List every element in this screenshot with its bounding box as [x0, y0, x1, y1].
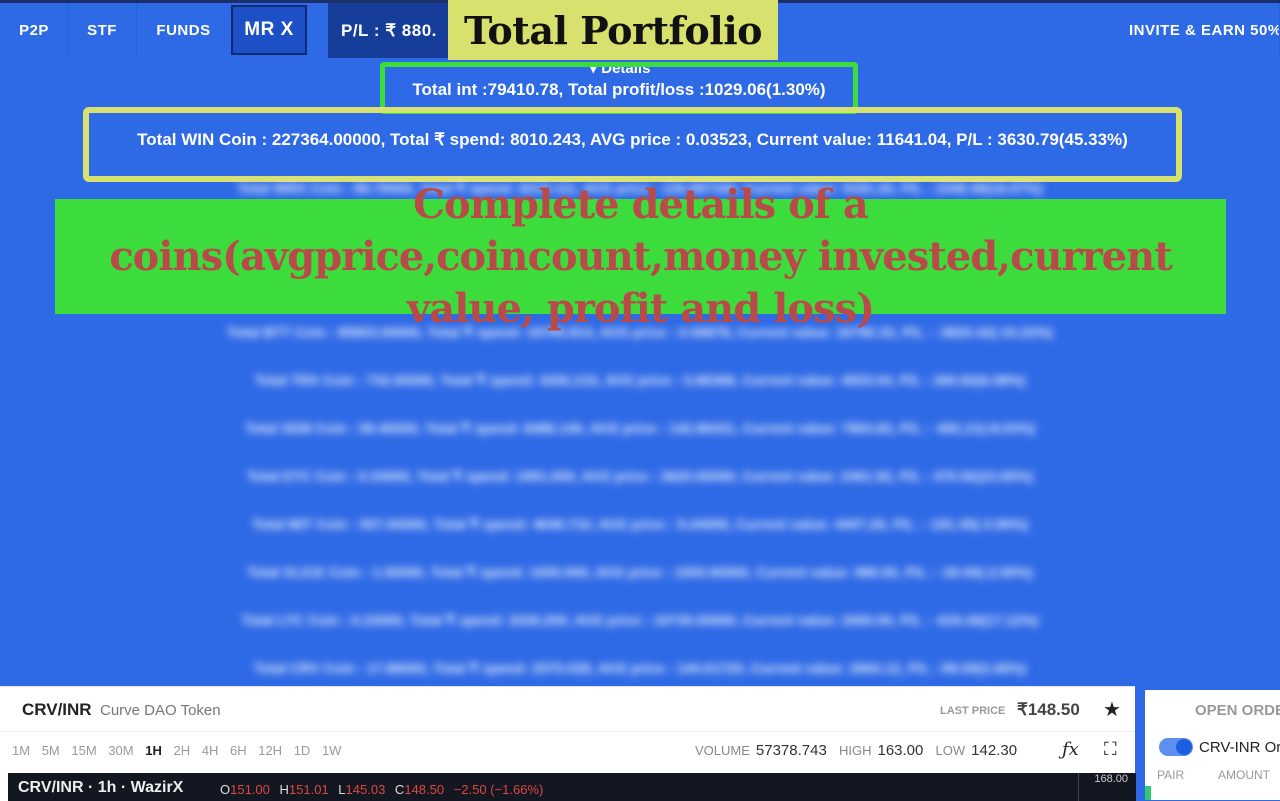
favorite-star-icon[interactable]: ★ — [1103, 697, 1121, 722]
column-header-amount: AMOUNT — [1218, 768, 1270, 782]
nav-stf[interactable]: STF — [68, 3, 137, 58]
timeframe-15m[interactable]: 15M — [71, 743, 96, 758]
coin-summary-row: Total XLICE Coin : 1.00000, Total ₹ spen… — [247, 564, 1033, 580]
last-price: ₹148.50 — [1017, 700, 1080, 719]
pair-name[interactable]: CRV/INR — [22, 700, 92, 720]
total-int-summary: Total int :79410.78, Total profit/loss :… — [412, 80, 826, 99]
market-stats: VOLUME 57378.743 HIGH 163.00 LOW 142.30 — [695, 742, 1025, 759]
open-orders-title[interactable]: OPEN ORDERS — [1195, 702, 1280, 719]
nav-invite-earn[interactable]: INVITE & EARN 50% — [1129, 3, 1280, 58]
coin-summary-row: Total ETC Coin : 0.33000, Total ₹ spend:… — [246, 468, 1034, 484]
high-value: 163.00 — [877, 742, 924, 759]
price-axis-label: 168.00 — [1094, 773, 1128, 785]
timeframe-selector: 1M 5M 15M 30M 1H 2H 4H 6H 12H 1D 1W — [12, 743, 349, 758]
timeframe-5m[interactable]: 5M — [42, 743, 60, 758]
timeframe-1m[interactable]: 1M — [12, 743, 30, 758]
timeframe-4h[interactable]: 4H — [202, 743, 219, 758]
trading-panel: CRV/INR Curve DAO Token LAST PRICE ₹148.… — [0, 686, 1136, 801]
column-header-pair: PAIR — [1157, 768, 1185, 782]
open-orders-panel: OPEN ORDERS CRV-INR Orders PAIR AMOUNT — [1145, 690, 1280, 800]
status-indicator — [1145, 786, 1151, 800]
last-price-label: LAST PRICE — [940, 705, 1006, 717]
win-coin-summary: Total WIN Coin : 227364.00000, Total ₹ s… — [137, 130, 1128, 149]
timeframe-30m[interactable]: 30M — [108, 743, 133, 758]
chart-area[interactable]: CRV/INR · 1h · WazirX O151.00 H151.01 L1… — [8, 773, 1106, 801]
nav-p2p[interactable]: P2P — [0, 3, 69, 58]
timeframe-12h[interactable]: 12H — [258, 743, 282, 758]
coin-summary-row: Total CRV Coin : 17.88000, Total ₹ spend… — [254, 660, 1026, 676]
change-value: −2.50 (−1.66%) — [453, 782, 544, 797]
fullscreen-icon[interactable]: ⛶ — [1104, 739, 1117, 760]
toggle-knob — [1176, 739, 1192, 755]
open-value: 151.00 — [230, 782, 270, 797]
timeframe-1h[interactable]: 1H — [145, 743, 162, 758]
nav-mrx-active[interactable]: MR X — [231, 5, 307, 55]
low-label: LOW — [935, 743, 966, 758]
nav-profit-loss[interactable]: P/L : ₹ 880. — [328, 3, 453, 58]
timeframe-1w[interactable]: 1W — [322, 743, 342, 758]
close-value: 148.50 — [404, 782, 445, 797]
timeframe-6h[interactable]: 6H — [230, 743, 247, 758]
pair-filter-label: CRV-INR Orders — [1199, 739, 1280, 756]
total-portfolio-callout: Total Portfolio — [448, 0, 778, 60]
pair-filter-toggle[interactable] — [1159, 738, 1193, 756]
coin-summary-row: Total LTC Coin : 0.23000, Total ₹ spend:… — [241, 612, 1039, 628]
indicators-fx-icon[interactable]: ƒx — [1062, 739, 1079, 760]
complete-details-callout: Complete details of a coins(avgprice,coi… — [55, 181, 1226, 332]
timeframe-1d[interactable]: 1D — [294, 743, 311, 758]
low-value-chart: 145.03 — [345, 782, 386, 797]
pair-full-name: Curve DAO Token — [100, 702, 221, 719]
price-axis: 168.00 — [1078, 773, 1136, 801]
volume-value: 57378.743 — [755, 742, 827, 759]
coin-summary-row: Total MIT Coin : 507.00000, Total ₹ spen… — [251, 516, 1029, 532]
nav-funds[interactable]: FUNDS — [136, 3, 232, 58]
volume-label: VOLUME — [695, 743, 750, 758]
coin-summary-row: Total TRX Coin : 732.00000, Total ₹ spen… — [254, 372, 1026, 388]
timeframe-2h[interactable]: 2H — [173, 743, 190, 758]
high-value-chart: 151.01 — [288, 782, 329, 797]
chart-title: CRV/INR · 1h · WazirX — [18, 779, 184, 796]
high-label: HIGH — [838, 743, 872, 758]
ticker-header: CRV/INR Curve DAO Token LAST PRICE ₹148.… — [0, 687, 1135, 732]
low-value: 142.30 — [971, 742, 1018, 759]
ohlc-readout: O151.00 H151.01 L145.03 C148.50 −2.50 (−… — [220, 782, 544, 797]
coin-summary-row: Total XEM Coin : 59.40000, Total ₹ spend… — [244, 420, 1036, 436]
